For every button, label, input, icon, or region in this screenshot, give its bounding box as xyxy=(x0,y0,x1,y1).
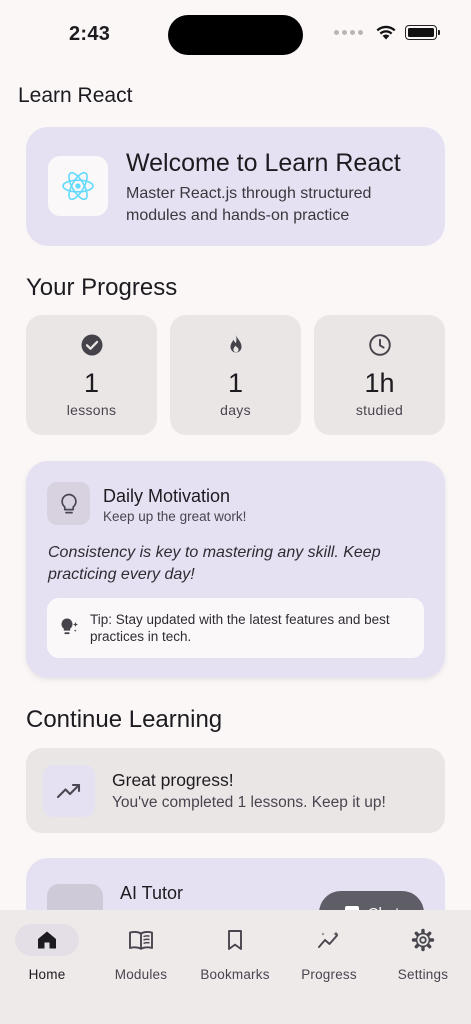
bookmark-icon xyxy=(228,930,242,950)
bottom-navigation: Home Modules Bookmarks Progress Settings xyxy=(0,910,471,1024)
battery-icon xyxy=(405,24,440,40)
stat-label: lessons xyxy=(66,402,117,418)
gear-icon xyxy=(411,928,435,952)
stat-value: 1h xyxy=(364,368,395,398)
continue-learning-heading: Continue Learning xyxy=(26,706,223,733)
continue-title: Great progress! xyxy=(112,770,234,790)
continue-subtitle: You've completed 1 lessons. Keep it up! xyxy=(112,794,386,811)
welcome-title: Welcome to Learn React xyxy=(126,149,401,177)
stat-value: 1 xyxy=(227,368,244,398)
lightbulb-icon xyxy=(47,482,90,525)
tip-text: Tip: Stay updated with the latest featur… xyxy=(90,612,390,644)
welcome-card: Welcome to Learn React Master React.js t… xyxy=(26,127,445,246)
stat-card-studied: 1h studied xyxy=(314,315,445,435)
signal-dots-icon xyxy=(334,29,363,35)
home-icon xyxy=(38,931,56,949)
book-icon xyxy=(129,931,153,950)
motivation-subtitle: Keep up the great work! xyxy=(103,509,247,524)
continue-learning-card[interactable]: Great progress! You've completed 1 lesso… xyxy=(26,748,445,833)
fire-icon xyxy=(230,335,241,353)
motivation-title: Daily Motivation xyxy=(103,486,231,506)
dynamic-island xyxy=(168,15,303,55)
status-icons xyxy=(334,24,440,40)
nav-progress[interactable]: Progress xyxy=(282,924,376,982)
check-circle-icon xyxy=(81,334,102,356)
nav-label: Bookmarks xyxy=(200,967,270,982)
nav-modules[interactable]: Modules xyxy=(94,924,188,982)
daily-motivation-card: Daily Motivation Keep up the great work!… xyxy=(26,461,445,678)
nav-label: Progress xyxy=(301,967,357,982)
tip-lightbulb-icon xyxy=(61,618,78,635)
clock-icon xyxy=(368,334,391,356)
app-title: Learn React xyxy=(18,84,133,107)
nav-home[interactable]: Home xyxy=(0,924,94,982)
motivation-quote: Consistency is key to mastering any skil… xyxy=(48,544,381,583)
stat-card-lessons: 1 lessons xyxy=(26,315,157,435)
stat-card-days: 1 days xyxy=(170,315,301,435)
nav-label: Modules xyxy=(114,967,168,982)
welcome-subtitle: Master React.js through structured modul… xyxy=(126,185,372,224)
status-time: 2:43 xyxy=(69,23,111,45)
nav-settings[interactable]: Settings xyxy=(376,924,470,982)
wifi-icon xyxy=(376,25,396,40)
stat-label: studied xyxy=(355,402,404,418)
status-bar: 2:43 xyxy=(0,0,471,70)
trending-up-icon xyxy=(43,765,95,817)
nav-label: Settings xyxy=(397,967,449,982)
ai-tutor-title: AI Tutor xyxy=(120,883,184,903)
progress-heading: Your Progress xyxy=(26,274,178,301)
trending-icon xyxy=(318,931,339,948)
react-logo-icon xyxy=(48,156,108,216)
tip-box: Tip: Stay updated with the latest featur… xyxy=(47,598,424,658)
stat-label: days xyxy=(220,402,251,418)
stat-value: 1 xyxy=(83,368,100,398)
nav-label: Home xyxy=(28,967,66,982)
nav-bookmarks[interactable]: Bookmarks xyxy=(188,924,282,982)
